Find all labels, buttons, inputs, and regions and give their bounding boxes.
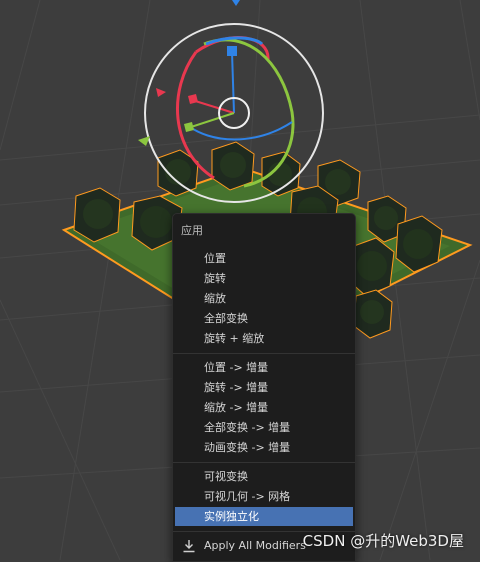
menu-item-rotation-to-deltas[interactable]: 旋转 -> 增量 xyxy=(175,378,353,397)
menu-item-location[interactable]: 位置 xyxy=(175,249,353,268)
menu-item-rotation[interactable]: 旋转 xyxy=(175,269,353,288)
menu-item-all-transforms-to-deltas[interactable]: 全部变换 -> 增量 xyxy=(175,418,353,437)
menu-item-all-transforms[interactable]: 全部变换 xyxy=(175,309,353,328)
tree[interactable] xyxy=(349,237,395,297)
tree[interactable] xyxy=(211,141,255,191)
menu-title: 应用 xyxy=(181,224,203,237)
menu-item-visual-geometry-to-mesh[interactable]: 可视几何 -> 网格 xyxy=(175,487,353,506)
tree[interactable] xyxy=(395,215,443,273)
tree[interactable] xyxy=(353,289,393,339)
menu-item-location-to-deltas[interactable]: 位置 -> 增量 xyxy=(175,358,353,377)
menu-separator xyxy=(173,353,355,354)
watermark: CSDN @升的Web3D屋 xyxy=(302,532,464,550)
download-arrow-icon xyxy=(183,540,195,553)
menu-item-visual-transform[interactable]: 可视变换 xyxy=(175,467,353,486)
menu-item-make-instances-real[interactable]: 实例独立化 xyxy=(175,507,353,526)
menu-item-animated-transforms-to-deltas[interactable]: 动画变换 -> 增量 xyxy=(175,438,353,457)
apply-menu: 应用 位置 旋转 缩放 全部变换 旋转 + 缩放 位置 -> 增量 旋转 -> … xyxy=(172,213,356,562)
menu-separator xyxy=(173,462,355,463)
tree[interactable] xyxy=(73,187,121,243)
menu-item-rotation-scale[interactable]: 旋转 + 缩放 xyxy=(175,329,353,348)
menu-item-scale[interactable]: 缩放 xyxy=(175,289,353,308)
menu-item-scale-to-deltas[interactable]: 缩放 -> 增量 xyxy=(175,398,353,417)
